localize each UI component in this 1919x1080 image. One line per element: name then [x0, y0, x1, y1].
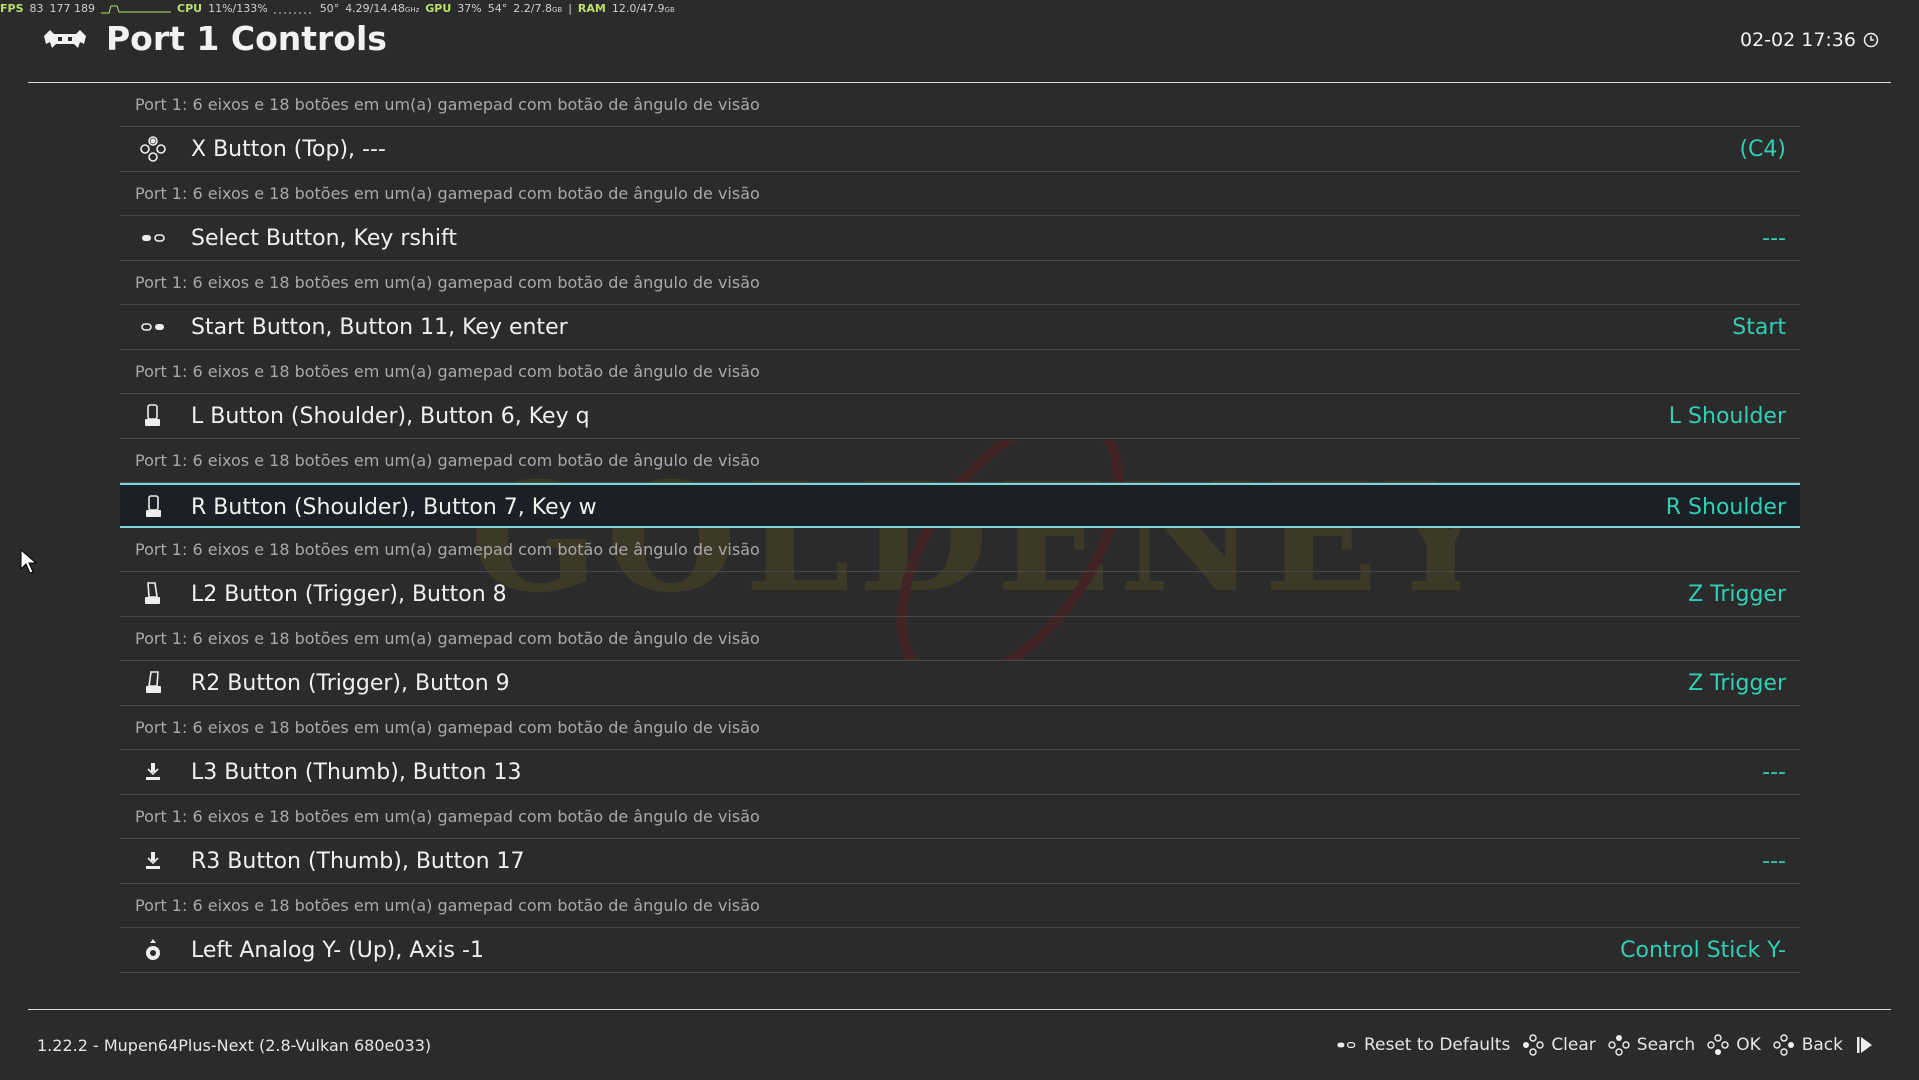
- clock-text: 02-02 17:36: [1739, 29, 1856, 51]
- hint-label: OK: [1736, 1035, 1761, 1055]
- hint-label: Reset to Defaults: [1363, 1035, 1511, 1055]
- setting-row[interactable]: R2 Button (Trigger), Button 9 Z Trigger: [120, 661, 1800, 706]
- item-description: Port 1: 6 eixos e 18 botões em um(a) gam…: [120, 172, 1800, 216]
- left-trigger-icon: [145, 582, 160, 604]
- face-buttons-right-icon: [1773, 1034, 1794, 1056]
- clock-icon: [1863, 32, 1879, 48]
- hint-label: Clear: [1551, 1035, 1596, 1055]
- osd-cpu-clock: 4.29/14.48GHz: [345, 1, 420, 15]
- setting-value: (C4): [1739, 137, 1786, 162]
- osd-cpu-label: CPU: [177, 1, 203, 15]
- version-info: 1.22.2 - Mupen64Plus-Next (2.8-Vulkan 68…: [37, 1036, 432, 1055]
- select-button-icon: [142, 234, 165, 242]
- item-description: Port 1: 6 eixos e 18 botões em um(a) gam…: [120, 617, 1800, 661]
- hint-label: Search: [1636, 1035, 1696, 1055]
- retroarch-logo-icon: [44, 30, 86, 48]
- next-page-button[interactable]: [1855, 1034, 1877, 1056]
- left-thumb-icon: [146, 763, 160, 780]
- item-description: Port 1: 6 eixos e 18 botões em um(a) gam…: [120, 884, 1800, 928]
- right-shoulder-icon: [146, 495, 161, 517]
- item-description: Port 1: 6 eixos e 18 botões em um(a) gam…: [120, 350, 1800, 394]
- osd-gpu-label: GPU: [425, 1, 452, 15]
- item-description: Port 1: 6 eixos e 18 botões em um(a) gam…: [120, 83, 1800, 127]
- osd-separator: |: [568, 1, 572, 15]
- left-shoulder-icon: [145, 404, 160, 426]
- face-buttons-top-icon: [1608, 1035, 1630, 1056]
- setting-label: L3 Button (Thumb), Button 13: [191, 760, 522, 785]
- setting-row[interactable]: Left Analog Y- (Up), Axis -1 Control Stic…: [120, 928, 1800, 973]
- hint-ok[interactable]: OK: [1707, 1034, 1761, 1056]
- setting-label: L2 Button (Trigger), Button 8: [191, 582, 507, 607]
- setting-row[interactable]: Select Button, Key rshift ---: [120, 216, 1800, 261]
- setting-value: Control Stick Y-: [1620, 938, 1786, 963]
- face-buttons-bottom-icon: [1707, 1034, 1729, 1055]
- mouse-cursor-icon: [20, 549, 38, 574]
- setting-row[interactable]: R Button (Shoulder), Button 7, Key w R Sh…: [120, 483, 1800, 528]
- hint-search[interactable]: Search: [1608, 1034, 1695, 1056]
- setting-value: Start: [1732, 315, 1786, 340]
- setting-value: ---: [1762, 849, 1786, 874]
- setting-label: R3 Button (Thumb), Button 17: [191, 849, 525, 874]
- osd-fps: 83: [29, 1, 44, 15]
- hint-label: Back: [1801, 1035, 1843, 1055]
- frametime-graph-icon: [101, 5, 171, 13]
- start-button-icon: [141, 323, 164, 331]
- setting-label: R Button (Shoulder), Button 7, Key w: [191, 495, 597, 520]
- osd-gpu-mem: 2.2/7.8GB: [513, 1, 563, 15]
- setting-label: R2 Button (Trigger), Button 9: [191, 671, 510, 696]
- clock: 02-02 17:36: [1740, 29, 1879, 51]
- item-description: Port 1: 6 eixos e 18 botões em um(a) gam…: [120, 528, 1800, 572]
- item-description: Port 1: 6 eixos e 18 botões em um(a) gam…: [120, 795, 1800, 839]
- setting-value: Z Trigger: [1688, 582, 1786, 607]
- setting-row[interactable]: L2 Button (Trigger), Button 8 Z Trigger: [120, 572, 1800, 617]
- settings-list[interactable]: Port 1: 6 eixos e 18 botões em um(a) gam…: [120, 83, 1800, 1009]
- skip-next-icon: [1857, 1037, 1872, 1053]
- osd-gpu: 37%: [457, 1, 482, 15]
- setting-value: ---: [1762, 226, 1786, 251]
- setting-value: Z Trigger: [1688, 671, 1786, 696]
- setting-label: Select Button, Key rshift: [191, 226, 457, 251]
- face-buttons-left-icon: [1523, 1034, 1545, 1056]
- select-button-icon: [1337, 1042, 1356, 1048]
- item-description: Port 1: 6 eixos e 18 botões em um(a) gam…: [120, 706, 1800, 750]
- setting-label: X Button (Top), ---: [191, 137, 386, 162]
- setting-label: Start Button, Button 11, Key enter: [191, 315, 568, 340]
- osd-ram-label: RAM: [577, 1, 606, 15]
- item-description: Port 1: 6 eixos e 18 botões em um(a) gam…: [120, 439, 1800, 483]
- setting-row[interactable]: L Button (Shoulder), Button 6, Key q L Sh…: [120, 394, 1800, 439]
- setting-row[interactable]: R3 Button (Thumb), Button 17 ---: [120, 839, 1800, 884]
- hint-reset-to-defaults[interactable]: Reset to Defaults: [1335, 1034, 1510, 1056]
- setting-row[interactable]: Start Button, Button 11, Key enter Start: [120, 305, 1800, 350]
- page-title: Port 1 Controls: [106, 19, 387, 58]
- setting-row[interactable]: X Button (Top), --- (C4): [120, 127, 1800, 172]
- osd-ram: 12.0/47.9GB: [611, 1, 675, 15]
- cpu-graph-icon: [273, 12, 314, 13]
- item-description: Port 1: 6 eixos e 18 botões em um(a) gam…: [120, 261, 1800, 305]
- osd-frames: 177 189: [49, 1, 96, 15]
- osd-cpu: 11%/133%: [208, 1, 268, 15]
- hint-back[interactable]: Back: [1773, 1034, 1843, 1056]
- header: Port 1 Controls 02-02 17:36: [28, 18, 1891, 83]
- osd-fps-label: FPS: [0, 1, 24, 15]
- setting-value: R Shoulder: [1665, 495, 1786, 520]
- right-trigger-icon: [146, 671, 161, 693]
- setting-label: L Button (Shoulder), Button 6, Key q: [191, 404, 590, 429]
- setting-label: Left Analog Y- (Up), Axis -1: [191, 938, 484, 963]
- osd-gpu-temp: 54°: [487, 1, 508, 15]
- setting-row[interactable]: L3 Button (Thumb), Button 13 ---: [120, 750, 1800, 795]
- hint-clear[interactable]: Clear: [1522, 1034, 1596, 1056]
- button-hints: Reset to Defaults Clear Search OK Back: [1335, 1030, 1877, 1060]
- setting-value: L Shoulder: [1668, 404, 1786, 429]
- left-analog-up-icon: [146, 939, 160, 960]
- footer: 1.22.2 - Mupen64Plus-Next (2.8-Vulkan 68…: [28, 1009, 1891, 1080]
- button-top-icon: [140, 136, 166, 162]
- performance-overlay: FPS 83 177 189 CPU 11%/133% 50° 4.29/14.…: [0, 0, 675, 16]
- right-thumb-icon: [146, 852, 160, 869]
- osd-cpu-temp: 50°: [319, 1, 340, 15]
- setting-value: ---: [1762, 760, 1786, 785]
